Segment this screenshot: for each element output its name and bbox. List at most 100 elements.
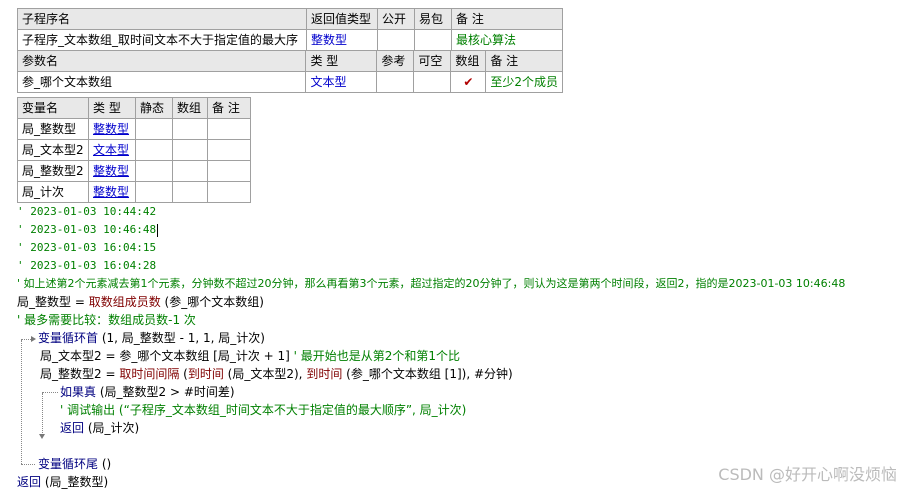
header-var-note: 备 注 bbox=[207, 97, 251, 119]
keyword: 如果真 bbox=[60, 385, 97, 399]
loop-arrow-icon bbox=[31, 336, 36, 342]
var-array-cell[interactable] bbox=[172, 181, 208, 203]
inline-comment: ' 最开始也是从第2个和第1个比 bbox=[289, 349, 461, 363]
header-subroutine-name: 子程序名 bbox=[17, 8, 307, 30]
subroutine-name-cell[interactable]: 子程序_文本数组_取时间文本不大于指定值的最大序 bbox=[17, 29, 307, 51]
var-type-cell[interactable]: 整数型 bbox=[88, 181, 136, 203]
parameter-header-row: 参数名 类 型 参考 可空 数组 备 注 bbox=[16, 50, 563, 72]
public-cell[interactable] bbox=[377, 29, 415, 51]
param-name-cell[interactable]: 参_哪个文本数组 bbox=[16, 71, 307, 93]
code-text: 局_整数型 = bbox=[17, 295, 89, 309]
subroutine-header-row: 子程序名 返回值类型 公开 易包 备 注 bbox=[17, 8, 563, 30]
param-ref-cell[interactable] bbox=[376, 71, 415, 93]
comment-line[interactable]: ' 调试输出 (“子程序_文本数组_时间文本不大于指定值的最大顺序”, 局_计次… bbox=[60, 401, 466, 419]
var-static-cell[interactable] bbox=[135, 181, 173, 203]
var-note-cell[interactable] bbox=[207, 160, 251, 182]
variable-header-row: 变量名 类 型 静态 数组 备 注 bbox=[17, 97, 251, 119]
param-type-cell[interactable]: 文本型 bbox=[305, 71, 378, 93]
code-text: (局_计次) bbox=[84, 421, 140, 435]
header-note: 备 注 bbox=[451, 8, 563, 30]
comment-line[interactable]: ' 如上述第2个元素减去第1个元素，分钟数不超过20分钟，那么再看第3个元素，超… bbox=[17, 275, 845, 293]
comment-line[interactable]: ' 最多需要比较：数组成员数-1 次 bbox=[17, 311, 196, 329]
function-name: 取数组成员数 bbox=[88, 295, 161, 309]
header-var-name: 变量名 bbox=[17, 97, 89, 119]
var-note-cell[interactable] bbox=[207, 181, 251, 203]
text-cursor bbox=[157, 223, 159, 237]
var-array-cell[interactable] bbox=[172, 118, 208, 140]
variable-table: 变量名 类 型 静态 数组 备 注 局_整数型 整数型 局_文本型2 文本型 局… bbox=[17, 97, 251, 203]
variable-row[interactable]: 局_文本型2 文本型 bbox=[17, 139, 251, 161]
code-text: 局_整数型2 = bbox=[40, 367, 120, 381]
header-param-note: 备 注 bbox=[485, 50, 563, 72]
comment-line[interactable]: ' 2023-01-03 10:46:48 bbox=[17, 221, 159, 239]
watermark: CSDN @好开心啊没烦恼 bbox=[718, 465, 897, 484]
comment-line[interactable]: ' 2023-01-03 16:04:15 bbox=[17, 239, 156, 257]
subroutine-table: 子程序名 返回值类型 公开 易包 备 注 子程序_文本数组_取时间文本不大于指定… bbox=[17, 8, 563, 51]
header-param-name: 参数名 bbox=[16, 50, 307, 72]
code-text: (局_文本型2), bbox=[223, 367, 307, 381]
var-name-cell[interactable]: 局_整数型2 bbox=[17, 160, 89, 182]
variable-row[interactable]: 局_整数型2 整数型 bbox=[17, 160, 251, 182]
loop-guide-line bbox=[21, 464, 35, 465]
parameter-table: 参数名 类 型 参考 可空 数组 备 注 参_哪个文本数组 文本型 ✔ 至少2个… bbox=[16, 50, 563, 93]
if-guide-line bbox=[42, 393, 43, 433]
comment-line[interactable]: ' 2023-01-03 10:44:42 bbox=[17, 203, 156, 221]
code-line[interactable]: 变量循环尾 () bbox=[38, 455, 111, 473]
header-ref: 参考 bbox=[376, 50, 415, 72]
comment-line[interactable]: ' 2023-01-03 16:04:28 bbox=[17, 257, 156, 275]
var-note-cell[interactable] bbox=[207, 118, 251, 140]
var-static-cell[interactable] bbox=[135, 118, 173, 140]
var-static-cell[interactable] bbox=[135, 139, 173, 161]
header-return-type: 返回值类型 bbox=[306, 8, 378, 30]
header-public: 公开 bbox=[377, 8, 415, 30]
array-check-icon[interactable]: ✔ bbox=[450, 71, 487, 93]
header-array: 数组 bbox=[450, 50, 487, 72]
keyword: 变量循环首 bbox=[38, 331, 99, 345]
code-text: () bbox=[98, 457, 112, 471]
easy-pkg-cell[interactable] bbox=[414, 29, 452, 51]
code-text: (1, 局_整数型 - 1, 1, 局_计次) bbox=[98, 331, 265, 345]
function-name: 取时间间隔 bbox=[119, 367, 180, 381]
code-line[interactable]: 局_文本型2 = 参_哪个文本数组 [局_计次 + 1] ' 最开始也是从第2个… bbox=[40, 347, 460, 365]
param-note-cell[interactable]: 至少2个成员 bbox=[485, 71, 563, 93]
loop-guide-line bbox=[21, 340, 22, 464]
variable-row[interactable]: 局_整数型 整数型 bbox=[17, 118, 251, 140]
keyword: 返回 bbox=[60, 421, 85, 435]
code-line[interactable]: 如果真 (局_整数型2 > #时间差) bbox=[60, 383, 235, 401]
code-line[interactable]: 局_整数型2 = 取时间间隔 (到时间 (局_文本型2), 到时间 (参_哪个文… bbox=[40, 365, 513, 383]
comment-text: ' 2023-01-03 10:46:48 bbox=[17, 223, 157, 236]
parameter-row[interactable]: 参_哪个文本数组 文本型 ✔ 至少2个成员 bbox=[16, 71, 563, 93]
loop-guide-line bbox=[21, 339, 31, 340]
var-array-cell[interactable] bbox=[172, 139, 208, 161]
if-arrow-icon bbox=[39, 434, 45, 439]
code-line[interactable]: 返回 (局_整数型) bbox=[17, 473, 108, 491]
header-param-type: 类 型 bbox=[305, 50, 378, 72]
variable-row[interactable]: 局_计次 整数型 bbox=[17, 181, 251, 203]
return-type-cell[interactable]: 整数型 bbox=[306, 29, 378, 51]
var-type-cell[interactable]: 文本型 bbox=[88, 139, 136, 161]
var-type-cell[interactable]: 整数型 bbox=[88, 118, 136, 140]
var-name-cell[interactable]: 局_计次 bbox=[17, 181, 89, 203]
subroutine-note-cell[interactable]: 最核心算法 bbox=[451, 29, 563, 51]
header-nullable: 可空 bbox=[413, 50, 452, 72]
code-line[interactable]: 变量循环首 (1, 局_整数型 - 1, 1, 局_计次) bbox=[38, 329, 265, 347]
if-guide-line bbox=[42, 392, 58, 393]
var-static-cell[interactable] bbox=[135, 160, 173, 182]
param-nullable-cell[interactable] bbox=[413, 71, 452, 93]
code-text: ( bbox=[179, 367, 188, 381]
code-text: (局_整数型2 > #时间差) bbox=[96, 385, 235, 399]
code-text: 局_文本型2 = 参_哪个文本数组 [局_计次 + 1] bbox=[40, 349, 290, 363]
code-line[interactable]: 局_整数型 = 取数组成员数 (参_哪个文本数组) bbox=[17, 293, 264, 311]
var-type-cell[interactable]: 整数型 bbox=[88, 160, 136, 182]
code-line[interactable]: 返回 (局_计次) bbox=[60, 419, 139, 437]
var-name-cell[interactable]: 局_文本型2 bbox=[17, 139, 89, 161]
header-var-type: 类 型 bbox=[88, 97, 136, 119]
var-name-cell[interactable]: 局_整数型 bbox=[17, 118, 89, 140]
header-var-array: 数组 bbox=[172, 97, 208, 119]
var-array-cell[interactable] bbox=[172, 160, 208, 182]
code-text: (参_哪个文本数组) bbox=[160, 295, 264, 309]
function-name: 到时间 bbox=[306, 367, 343, 381]
subroutine-row[interactable]: 子程序_文本数组_取时间文本不大于指定值的最大序 整数型 最核心算法 bbox=[17, 29, 563, 51]
code-text: (局_整数型) bbox=[41, 475, 109, 489]
var-note-cell[interactable] bbox=[207, 139, 251, 161]
